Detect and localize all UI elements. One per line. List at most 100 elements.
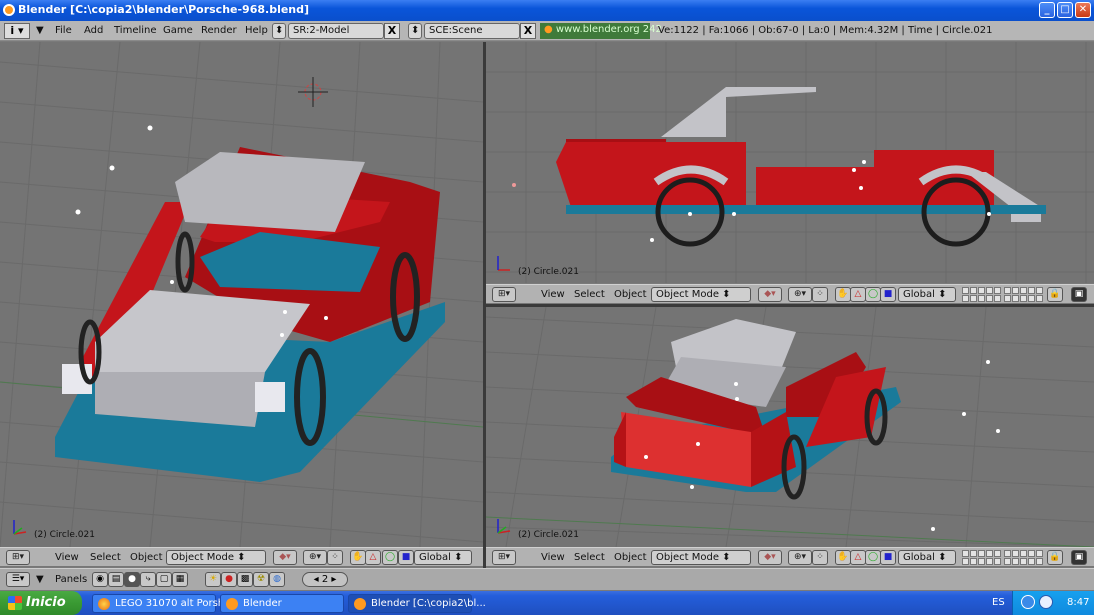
menu-timeline[interactable]: Timeline — [114, 25, 157, 36]
start-label: Inicio — [26, 595, 66, 610]
scene-statistics: Ve:1122 | Fa:1066 | Ob:67-0 | La:0 | Mem… — [658, 25, 993, 36]
editing-context-icon[interactable]: ▢ — [156, 572, 172, 587]
screen-delete-button[interactable]: X — [384, 23, 400, 39]
system-tray: 8:47 — [1012, 591, 1094, 615]
menu-help[interactable]: Help — [245, 25, 268, 36]
translate-icon-br[interactable]: △ — [850, 550, 866, 565]
manipulator-toggle-icon-left[interactable]: ⁘ — [327, 550, 343, 565]
scene-name-field[interactable]: SCE:Scene — [424, 23, 520, 39]
screen-name-field[interactable]: SR:2-Model — [288, 23, 384, 39]
scene-delete-button[interactable]: X — [520, 23, 536, 39]
scale-icon-left[interactable]: ■ — [398, 550, 414, 565]
frame-number-value: 2 — [321, 574, 329, 585]
taskbar-item-label: Blender [C:\copia2\bl... — [371, 598, 486, 609]
translate-icon-left[interactable]: △ — [365, 550, 381, 565]
viewport-side-top-right[interactable]: (2) Circle.021 — [486, 42, 1094, 283]
mode-dropdown-br[interactable]: Object Mode ⬍ — [651, 550, 751, 565]
taskbar-item-blender-console[interactable]: Blender — [220, 594, 344, 613]
panels-menu[interactable]: Panels — [55, 574, 87, 585]
menu-file[interactable]: File — [55, 25, 72, 36]
windows-taskbar: Inicio LEGO 31070 alt Porsh... Blender B… — [0, 591, 1094, 615]
viewport-perspective-left[interactable]: (2) Circle.021 — [0, 42, 483, 547]
layers-group-2-tr[interactable] — [1004, 287, 1043, 302]
collapse-panels-icon[interactable]: ▼ — [36, 574, 44, 585]
menu-object-left[interactable]: Object — [130, 552, 163, 563]
script-context-icon[interactable]: ▤ — [108, 572, 124, 587]
network-icon[interactable] — [1021, 595, 1035, 609]
editor-type-grid-icon[interactable]: ⊞▾ — [492, 287, 516, 302]
draw-type-icon-tr[interactable]: ◆▾ — [758, 287, 782, 302]
blender-url-link[interactable]: ● www.blender.org 242 — [540, 23, 662, 39]
draw-type-icon-br[interactable]: ◆▾ — [758, 550, 782, 565]
pivot-icon-br[interactable]: ⊕▾ — [788, 550, 812, 565]
world-subcontext-icon[interactable]: ◍ — [269, 572, 285, 587]
logic-context-icon[interactable]: ◉ — [92, 572, 108, 587]
menu-add[interactable]: Add — [84, 25, 103, 36]
firefox-icon — [98, 598, 110, 610]
menu-select-br[interactable]: Select — [574, 552, 605, 563]
scale-icon-br[interactable]: ■ — [880, 550, 896, 565]
start-button[interactable]: Inicio — [0, 591, 82, 615]
render-preview-icon-br[interactable]: ▣ — [1071, 550, 1087, 565]
layers-group-1-br[interactable] — [962, 550, 1001, 565]
window-title-bar[interactable]: Blender [C:\copia2\blender\Porsche-968.b… — [0, 0, 1094, 21]
minimize-button[interactable]: _ — [1039, 2, 1055, 18]
orientation-dropdown-tr[interactable]: Global ⬍ — [898, 287, 956, 302]
hand-icon-left[interactable]: ✋ — [350, 550, 366, 565]
pivot-icon-tr[interactable]: ⊕▾ — [788, 287, 812, 302]
mode-dropdown-tr[interactable]: Object Mode ⬍ — [651, 287, 751, 302]
scene-context-icon[interactable]: ▦ — [172, 572, 188, 587]
blender-taskbar-icon — [354, 598, 366, 610]
rotate-icon-left[interactable]: ◯ — [382, 550, 398, 565]
menu-game[interactable]: Game — [163, 25, 193, 36]
info-window-type-button[interactable]: i ▾ — [4, 23, 30, 39]
rotate-icon-br[interactable]: ◯ — [865, 550, 881, 565]
layers-group-2-br[interactable] — [1004, 550, 1043, 565]
scene-browse-button[interactable]: ⬍ — [408, 23, 422, 39]
menu-select-tr[interactable]: Select — [574, 289, 605, 300]
menu-object-br[interactable]: Object — [614, 552, 647, 563]
menu-view-left[interactable]: View — [55, 552, 79, 563]
translate-icon-tr[interactable]: △ — [850, 287, 866, 302]
hand-icon-br[interactable]: ✋ — [835, 550, 851, 565]
taskbar-item-blender-main[interactable]: Blender [C:\copia2\bl... — [348, 594, 486, 613]
scale-icon-tr[interactable]: ■ — [880, 287, 896, 302]
maximize-button[interactable]: □ — [1057, 2, 1073, 18]
menu-view-br[interactable]: View — [541, 552, 565, 563]
viewport-header-left: ⊞▾ View Select Object Object Mode ⬍ ◆▾ ⊕… — [0, 547, 483, 567]
menu-view-tr[interactable]: View — [541, 289, 565, 300]
lock-icon-br[interactable]: 🔒 — [1047, 550, 1063, 565]
lock-icon-tr[interactable]: 🔒 — [1047, 287, 1063, 302]
object-context-icon[interactable]: ⤷ — [140, 572, 156, 587]
menu-select-left[interactable]: Select — [90, 552, 121, 563]
lamp-subcontext-icon[interactable]: ☀ — [205, 572, 221, 587]
material-subcontext-icon[interactable]: ● — [221, 572, 237, 587]
hand-icon-tr[interactable]: ✋ — [835, 287, 851, 302]
manipulator-toggle-icon-tr[interactable]: ⁘ — [812, 287, 828, 302]
radio-subcontext-icon[interactable]: ☢ — [253, 572, 269, 587]
menu-object-tr[interactable]: Object — [614, 289, 647, 300]
security-icon[interactable] — [1039, 595, 1053, 609]
shading-context-icon[interactable]: ● — [124, 572, 140, 587]
editor-type-grid-icon-br[interactable]: ⊞▾ — [492, 550, 516, 565]
editor-type-grid-icon-left[interactable]: ⊞▾ — [6, 550, 30, 565]
menu-render[interactable]: Render — [201, 25, 237, 36]
viewport-perspective-bottom-right[interactable]: (2) Circle.021 — [486, 307, 1094, 547]
texture-subcontext-icon[interactable]: ▩ — [237, 572, 253, 587]
rotate-icon-tr[interactable]: ◯ — [865, 287, 881, 302]
mode-dropdown-left[interactable]: Object Mode ⬍ — [166, 550, 266, 565]
buttons-editor-type-icon[interactable]: ☰▾ — [6, 572, 30, 587]
frame-number-field[interactable]: ◂ 2 ▸ — [302, 572, 348, 587]
manipulator-toggle-icon-br[interactable]: ⁘ — [812, 550, 828, 565]
orientation-dropdown-br[interactable]: Global ⬍ — [898, 550, 956, 565]
collapse-menu-icon[interactable]: ▼ — [36, 25, 44, 36]
taskbar-item-browser[interactable]: LEGO 31070 alt Porsh... — [92, 594, 234, 613]
draw-type-icon-left[interactable]: ◆▾ — [273, 550, 297, 565]
close-button[interactable]: ✕ — [1075, 2, 1091, 18]
orientation-dropdown-left[interactable]: Global ⬍ — [414, 550, 472, 565]
screen-browse-button[interactable]: ⬍ — [272, 23, 286, 39]
render-preview-icon-tr[interactable]: ▣ — [1071, 287, 1087, 302]
language-indicator[interactable]: ES — [992, 597, 1005, 608]
layers-group-1-tr[interactable] — [962, 287, 1001, 302]
pivot-icon-left[interactable]: ⊕▾ — [303, 550, 327, 565]
